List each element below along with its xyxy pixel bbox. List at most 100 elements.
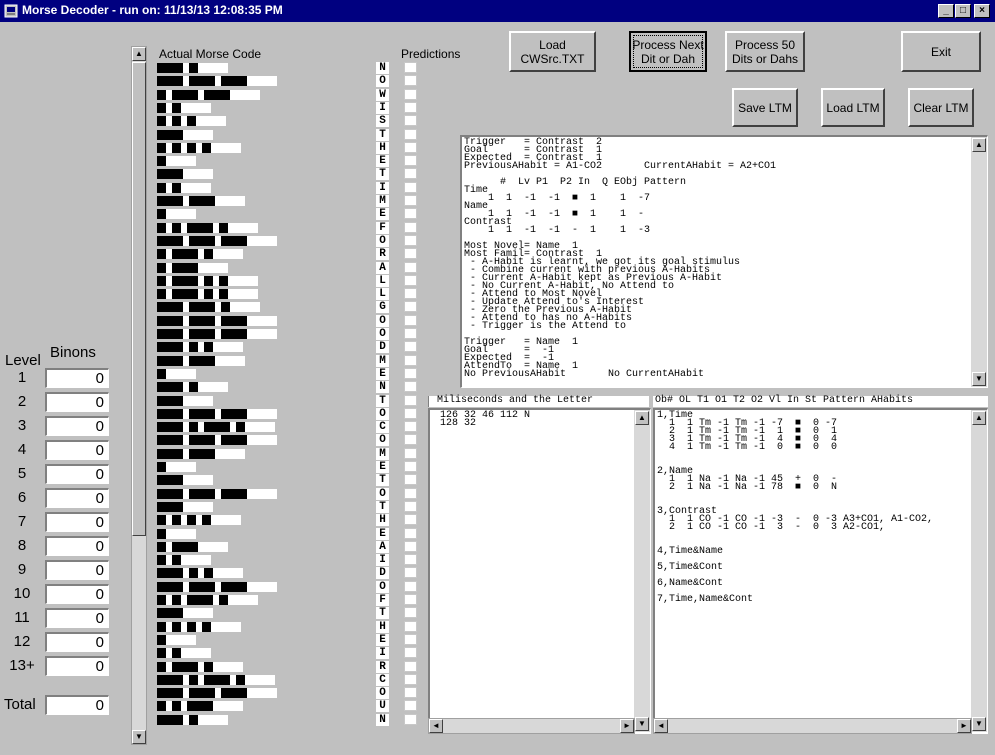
- scroll-thumb[interactable]: [132, 62, 146, 536]
- scroll-right-icon[interactable]: ►: [957, 719, 971, 733]
- morse-bar: [157, 395, 213, 406]
- dit-mark: [157, 182, 166, 193]
- scroll-down-icon[interactable]: ▼: [972, 372, 986, 386]
- window-title: Morse Decoder - run on: 11/13/13 12:08:3…: [22, 3, 283, 17]
- dit-mark: [157, 541, 166, 552]
- total-label: Total: [4, 696, 36, 713]
- dit-mark: [189, 568, 198, 579]
- morse-bar: [157, 63, 228, 73]
- obj-text: 1,Time 1 1 Tm -1 Tm -1 -7 ■ 0 -7 2 1 Tm …: [657, 410, 934, 605]
- binon-count-field[interactable]: 0: [45, 512, 109, 532]
- binon-count-field[interactable]: 0: [45, 656, 109, 676]
- morse-bar: [157, 129, 213, 140]
- level-label: 13+: [9, 657, 35, 674]
- level-label: 11: [14, 609, 30, 626]
- scroll-down-icon[interactable]: ▼: [132, 730, 146, 744]
- binon-count-field[interactable]: 0: [45, 440, 109, 460]
- morse-bar: [157, 289, 258, 300]
- dit-mark: [172, 142, 181, 153]
- scroll-left-icon[interactable]: ◄: [429, 719, 443, 733]
- binon-count-field[interactable]: 0: [45, 536, 109, 556]
- save-ltm-button[interactable]: Save LTM: [732, 88, 798, 127]
- dit-mark: [219, 222, 228, 233]
- minimize-icon[interactable]: _: [938, 4, 954, 18]
- decoded-letter: I: [376, 181, 389, 194]
- status-scrollbar[interactable]: ▲ ▼: [971, 137, 987, 387]
- obj-textbox[interactable]: 1,Time 1 1 Tm -1 Tm -1 -7 ■ 0 -7 2 1 Tm …: [653, 408, 988, 734]
- decoded-letter: T: [376, 500, 389, 513]
- obj-hscrollbar[interactable]: ◄ ►: [653, 718, 972, 734]
- prediction-cell: [404, 647, 417, 659]
- morse-bar: [157, 714, 228, 725]
- load-ltm-button[interactable]: Load LTM: [821, 88, 885, 127]
- maximize-icon[interactable]: □: [955, 4, 971, 18]
- scroll-up-icon[interactable]: ▲: [972, 138, 986, 152]
- close-icon[interactable]: ×: [974, 4, 990, 18]
- decoded-letter: O: [376, 687, 389, 700]
- dah-mark: [189, 329, 215, 339]
- scroll-down-icon[interactable]: ▼: [972, 717, 986, 731]
- ms-scrollbar[interactable]: ▲ ▼: [634, 410, 650, 732]
- scroll-down-icon[interactable]: ▼: [635, 717, 649, 731]
- dah-mark: [221, 408, 247, 419]
- dit-mark: [187, 515, 196, 526]
- exit-button[interactable]: Exit: [901, 31, 981, 72]
- ms-header: Miliseconds and the Letter: [431, 395, 594, 406]
- prediction-cell: [404, 208, 417, 220]
- binon-count-field[interactable]: 0: [45, 560, 109, 580]
- binon-count-field[interactable]: 0: [45, 608, 109, 628]
- binon-count-field[interactable]: 0: [45, 464, 109, 484]
- ms-hscrollbar[interactable]: ◄ ►: [428, 718, 635, 734]
- scroll-left-icon[interactable]: ◄: [654, 719, 668, 733]
- scroll-right-icon[interactable]: ►: [620, 719, 634, 733]
- decoded-letter: E: [376, 155, 389, 168]
- binon-count-field[interactable]: 0: [45, 392, 109, 412]
- prediction-cell: [404, 101, 417, 113]
- binon-count-field[interactable]: 0: [45, 632, 109, 652]
- obj-scrollbar[interactable]: ▲ ▼: [971, 410, 987, 732]
- morse-bar: [157, 568, 243, 579]
- decoded-letter: C: [376, 673, 389, 686]
- status-textbox[interactable]: Trigger = Contrast 2 Goal = Contrast 1 E…: [460, 135, 988, 388]
- binon-count-field[interactable]: 0: [45, 584, 109, 604]
- prediction-cell: [404, 527, 417, 539]
- dah-mark: [187, 222, 213, 233]
- prediction-cell: [404, 367, 417, 379]
- total-field[interactable]: 0: [45, 695, 109, 715]
- process-50-button[interactable]: Process 50 Dits or Dahs: [725, 31, 805, 72]
- ms-textbox[interactable]: 126 32 46 112 N 128 32 ▲ ▼: [428, 408, 651, 734]
- dit-mark: [157, 555, 166, 566]
- decoded-letter: O: [376, 487, 389, 500]
- binon-count-field[interactable]: 0: [45, 416, 109, 436]
- dah-mark: [157, 475, 183, 486]
- morse-scrollbar[interactable]: ▲ ▼: [131, 46, 147, 745]
- scroll-up-icon[interactable]: ▲: [972, 411, 986, 425]
- prediction-cell: [404, 500, 417, 512]
- prediction-cell: [404, 314, 417, 326]
- status-text: Trigger = Contrast 2 Goal = Contrast 1 E…: [464, 137, 777, 380]
- dah-mark: [157, 129, 183, 140]
- dah-mark: [189, 302, 215, 313]
- dit-mark: [157, 515, 166, 526]
- process-next-button[interactable]: Process Next Dit or Dah: [629, 31, 707, 72]
- dah-mark: [221, 688, 247, 699]
- prediction-cell: [404, 168, 417, 180]
- prediction-cell: [404, 660, 417, 672]
- binon-count-field[interactable]: 0: [45, 488, 109, 508]
- morse-bar: [157, 262, 228, 273]
- clear-ltm-button[interactable]: Clear LTM: [908, 88, 974, 127]
- dit-mark: [157, 222, 166, 233]
- prediction-cell: [404, 328, 417, 339]
- scroll-up-icon[interactable]: ▲: [132, 47, 146, 61]
- scroll-up-icon[interactable]: ▲: [635, 411, 649, 425]
- dit-mark: [157, 648, 166, 659]
- load-cwsrc-button[interactable]: Load CWSrc.TXT: [509, 31, 596, 72]
- morse-bar: [157, 674, 275, 685]
- prediction-cell: [404, 594, 417, 605]
- dit-mark: [236, 674, 245, 685]
- dah-mark: [189, 196, 215, 206]
- binon-count-field[interactable]: 0: [45, 368, 109, 388]
- dah-mark: [157, 435, 183, 446]
- morse-bar: [157, 541, 228, 552]
- decoded-letter: F: [376, 594, 389, 606]
